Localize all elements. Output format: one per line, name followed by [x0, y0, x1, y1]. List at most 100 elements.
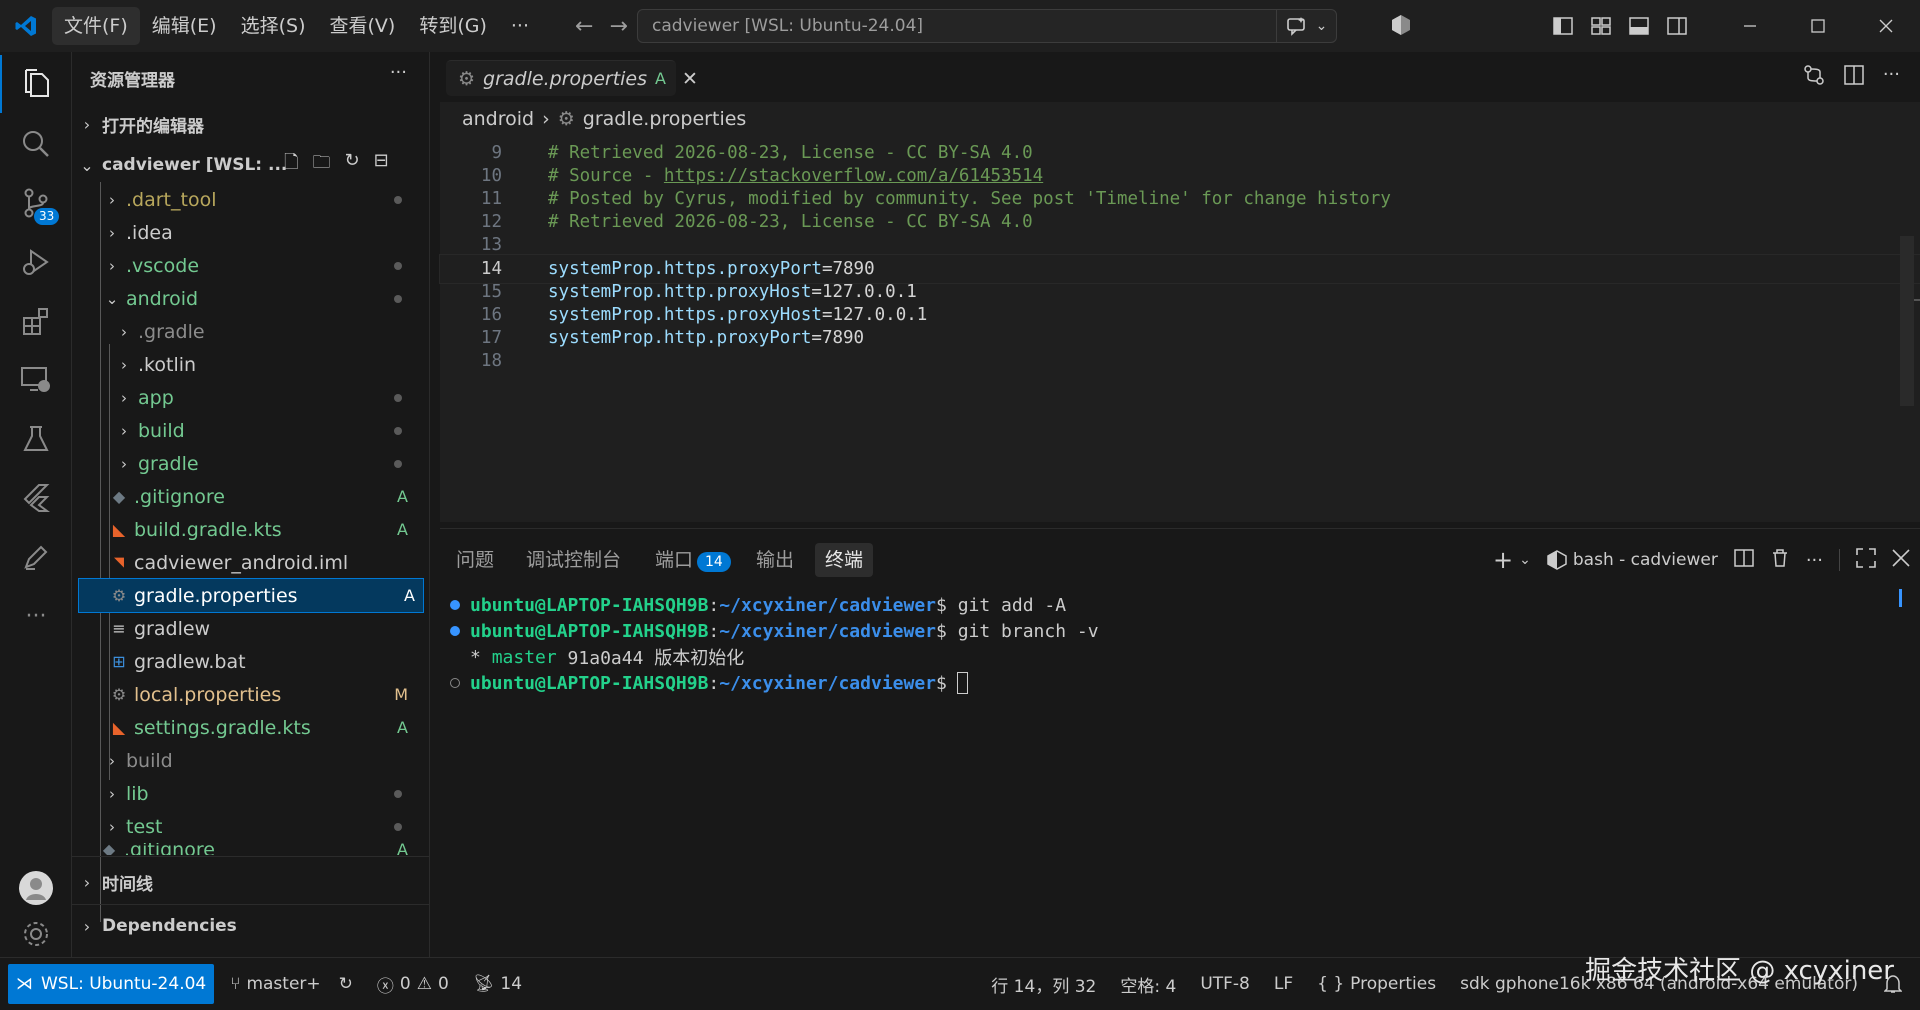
more-views-icon[interactable]: ···: [0, 587, 72, 645]
search-icon[interactable]: [0, 115, 72, 173]
tree-item-gradle-properties[interactable]: ⚙ gradle.properties A: [78, 578, 424, 613]
problems-indicator[interactable]: ⓧ 0 ⚠ 0: [377, 972, 449, 997]
tree-item-gradle[interactable]: › gradle: [72, 447, 422, 480]
explorer-icon[interactable]: [0, 55, 72, 113]
tree-item-build-root[interactable]: › build: [72, 744, 422, 777]
tab-terminal[interactable]: 终端: [815, 543, 874, 577]
flutter-icon[interactable]: [0, 469, 72, 527]
tree-item-gradlew[interactable]: ≡ gradlew: [72, 612, 422, 645]
tree-item-gradlew-bat[interactable]: ⊞ gradlew.bat: [72, 645, 422, 678]
tree-item-gitignore-root[interactable]: ◆ .gitignore A: [72, 843, 422, 855]
new-folder-icon[interactable]: 🗀: [312, 150, 330, 180]
workspace-section[interactable]: ⌄ cadviewer [WSL: ... 🗋 🗀 ↻ ⊟: [72, 149, 430, 181]
cursor-position[interactable]: 行 14，列 32: [991, 972, 1096, 997]
menu-go[interactable]: 转到(G): [407, 7, 499, 45]
toggle-secondary-sidebar-icon[interactable]: [1658, 0, 1696, 52]
tree-item-idea[interactable]: › .idea: [72, 216, 422, 249]
copilot-menu[interactable]: ⌄: [1276, 10, 1336, 42]
terminal-selector[interactable]: bash - cadviewer: [1547, 550, 1718, 570]
command-decoration-dot[interactable]: [450, 678, 460, 688]
tree-item-app[interactable]: › app: [72, 381, 422, 414]
edit-tool-icon[interactable]: [0, 528, 72, 586]
tree-item-iml[interactable]: ◥ cadviewer_android.iml: [72, 546, 422, 579]
editor-scrollbar[interactable]: [1900, 236, 1914, 406]
close-icon[interactable]: ✕: [682, 68, 698, 90]
customize-layout-icon[interactable]: [1582, 0, 1620, 52]
close-panel-icon[interactable]: [1892, 548, 1910, 572]
minimize-icon[interactable]: [1716, 0, 1784, 52]
maximize-panel-icon[interactable]: [1856, 547, 1876, 573]
breadcrumb-folder[interactable]: android: [462, 108, 534, 130]
new-file-icon[interactable]: 🗋: [284, 150, 298, 180]
property-key: systemProp.https.proxyPort: [548, 259, 822, 279]
tree-item-gitignore[interactable]: ◆ .gitignore A: [72, 480, 422, 513]
chevron-down-icon[interactable]: ⌄: [1519, 552, 1531, 568]
tree-item-dart-tool[interactable]: › .dart_tool: [72, 183, 422, 216]
collapse-all-icon[interactable]: ⊟: [374, 150, 389, 180]
tab-gradle-properties[interactable]: ⚙ gradle.properties A ✕: [446, 60, 698, 96]
forward-arrow-icon[interactable]: →: [609, 14, 627, 39]
tree-item-vscode[interactable]: › .vscode: [72, 249, 422, 282]
chevron-right-icon: ›: [109, 223, 115, 242]
tree-item-build-gradle-kts[interactable]: ◣ build.gradle.kts A: [72, 513, 422, 546]
gear-icon[interactable]: [0, 905, 72, 963]
run-debug-icon[interactable]: [0, 233, 72, 291]
command-decoration-dot[interactable]: [450, 600, 460, 610]
tree-item-gradle-dir[interactable]: › .gradle: [72, 315, 422, 348]
tree-item-build[interactable]: › build: [72, 414, 422, 447]
tab-ports[interactable]: 端口 14: [645, 543, 741, 577]
command-decoration-dot[interactable]: [450, 626, 460, 636]
line-ending[interactable]: LF: [1274, 974, 1293, 994]
timeline-section[interactable]: › 时间线: [72, 866, 430, 898]
source-control-icon[interactable]: 33: [0, 174, 72, 232]
braces-icon: { }: [1317, 974, 1345, 994]
tree-item-local-properties[interactable]: ⚙ local.properties M: [72, 678, 422, 711]
split-editor-icon[interactable]: [1843, 64, 1865, 90]
maximize-icon[interactable]: [1784, 0, 1852, 52]
tree-item-android[interactable]: ⌄ android: [72, 282, 422, 315]
toggle-panel-icon[interactable]: [1620, 0, 1658, 52]
menu-edit[interactable]: 编辑(E): [140, 7, 229, 45]
tree-item-kotlin[interactable]: › .kotlin: [72, 348, 422, 381]
remote-explorer-icon[interactable]: [0, 351, 72, 409]
copilot-logo-icon[interactable]: [1390, 14, 1412, 40]
language-mode[interactable]: { } Properties: [1317, 974, 1436, 994]
back-arrow-icon[interactable]: ←: [575, 14, 593, 39]
new-terminal-icon[interactable]: +: [1493, 546, 1513, 574]
close-window-icon[interactable]: [1852, 0, 1920, 52]
encoding[interactable]: UTF-8: [1200, 974, 1250, 994]
tree-item-settings-gradle-kts[interactable]: ◣ settings.gradle.kts A: [72, 711, 422, 744]
toggle-primary-sidebar-icon[interactable]: [1544, 0, 1582, 52]
remote-indicator[interactable]: ⋊ WSL: Ubuntu-24.04: [8, 964, 215, 1004]
sync-icon[interactable]: ↻: [339, 974, 353, 994]
breadcrumb-file[interactable]: gradle.properties: [583, 108, 747, 130]
tab-debug-console[interactable]: 调试控制台: [516, 543, 631, 577]
split-terminal-icon[interactable]: [1734, 548, 1754, 573]
more-actions-icon[interactable]: ···: [1883, 64, 1900, 90]
refresh-icon[interactable]: ↻: [344, 150, 359, 180]
indentation[interactable]: 空格: 4: [1120, 972, 1176, 997]
command-center[interactable]: cadviewer [WSL: Ubuntu-24.04] ⌄: [637, 9, 1337, 43]
open-editors-section[interactable]: › 打开的编辑器: [72, 108, 430, 140]
code-editor[interactable]: 9 # Retrieved 2026-08-23, License - CC B…: [439, 136, 1920, 522]
code-link[interactable]: https://stackoverflow.com/a/61453514: [664, 166, 1043, 186]
open-changes-icon[interactable]: [1803, 64, 1825, 90]
dependencies-section[interactable]: › Dependencies: [72, 910, 430, 942]
tab-problems[interactable]: 问题: [446, 543, 504, 577]
tree-item-lib[interactable]: › lib: [72, 777, 422, 810]
branch-indicator[interactable]: ⑂ master+ ↻: [230, 974, 353, 994]
ports-indicator[interactable]: 📡︎ 14: [473, 974, 522, 994]
tab-output[interactable]: 输出: [746, 543, 804, 577]
menu-file[interactable]: 文件(F): [52, 7, 140, 45]
extensions-icon[interactable]: [0, 292, 72, 350]
testing-icon[interactable]: [0, 410, 72, 468]
menu-selection[interactable]: 选择(S): [229, 7, 318, 45]
tree-item-test[interactable]: › test: [72, 810, 422, 843]
sidebar-more-button[interactable]: ···: [390, 62, 407, 83]
trash-icon[interactable]: [1770, 548, 1790, 573]
menu-view[interactable]: 查看(V): [318, 7, 408, 45]
menu-more[interactable]: ···: [499, 7, 541, 45]
more-actions-icon[interactable]: ···: [1806, 550, 1823, 571]
git-status-badge: A: [397, 718, 408, 737]
chevron-down-icon: ⌄: [1315, 18, 1328, 34]
